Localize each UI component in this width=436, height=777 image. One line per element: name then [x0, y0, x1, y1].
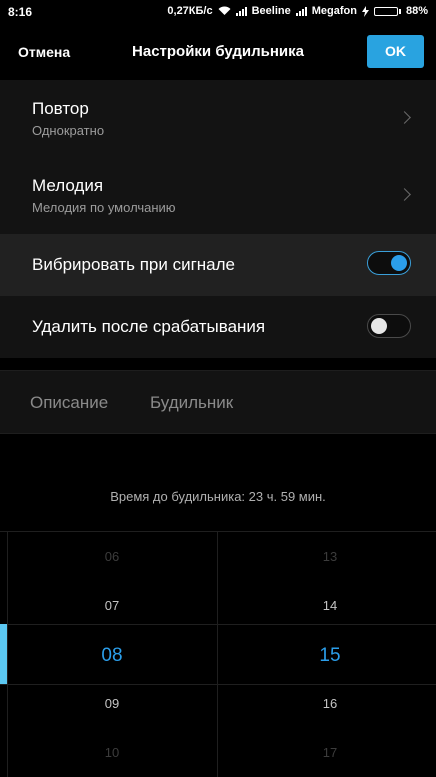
description-label[interactable]: Описание: [30, 393, 108, 413]
toggle-knob: [391, 255, 407, 271]
description-bar: Описание Будильник: [0, 370, 436, 434]
time-picker: 06 07 08 09 10 13 14 15 16 17: [0, 531, 436, 777]
status-time: 8:16: [8, 5, 33, 19]
minute-value[interactable]: 17: [280, 745, 380, 760]
charging-icon: [361, 5, 369, 17]
signal-icon: [235, 6, 247, 16]
melody-label: Мелодия: [32, 176, 104, 195]
melody-row[interactable]: Мелодия Мелодия по умолчанию: [0, 157, 436, 234]
carrier-1: Beeline: [251, 5, 291, 17]
vibrate-label: Вибрировать при сигнале: [32, 255, 236, 274]
selection-line: [0, 684, 436, 685]
carrier-2: Megafon: [311, 5, 357, 17]
selection-line: [0, 624, 436, 625]
chevron-right-icon: [398, 111, 411, 124]
status-bar: 8:16 0,27КБ/с Beeline Megafon 88%: [0, 0, 436, 26]
battery-percent: 88%: [405, 5, 428, 17]
delete-after-row[interactable]: Удалить после срабатывания: [0, 296, 436, 358]
selection-marker: [0, 624, 7, 684]
column-divider: [217, 532, 218, 777]
signal-icon: [295, 6, 307, 16]
network-speed: 0,27КБ/с: [167, 5, 213, 17]
time-remaining: Время до будильника: 23 ч. 59 мин.: [110, 489, 326, 504]
repeat-value: Однократно: [32, 123, 105, 138]
minute-value[interactable]: 13: [280, 549, 380, 564]
vibrate-toggle[interactable]: [367, 251, 411, 275]
delete-after-label: Удалить после срабатывания: [32, 317, 266, 336]
wifi-icon: [218, 6, 231, 15]
minute-value[interactable]: 14: [280, 598, 380, 613]
delete-after-toggle[interactable]: [367, 314, 411, 338]
cancel-button[interactable]: Отмена: [18, 44, 70, 60]
toggle-knob: [371, 318, 387, 334]
status-indicators: 0,27КБ/с Beeline Megafon 88%: [167, 5, 428, 17]
vibrate-row[interactable]: Вибрировать при сигнале: [0, 234, 436, 296]
hour-value[interactable]: 07: [62, 598, 162, 613]
chevron-right-icon: [398, 188, 411, 201]
ok-button[interactable]: OK: [367, 35, 424, 68]
minute-value-selected[interactable]: 15: [280, 645, 380, 667]
melody-value: Мелодия по умолчанию: [32, 200, 176, 215]
minute-value[interactable]: 16: [280, 696, 380, 711]
alarm-name-field[interactable]: Будильник: [150, 393, 233, 413]
header: Отмена Настройки будильника OK: [0, 26, 436, 80]
hour-value-selected[interactable]: 08: [62, 645, 162, 667]
repeat-row[interactable]: Повтор Однократно: [0, 80, 436, 157]
repeat-label: Повтор: [32, 99, 89, 118]
hour-value[interactable]: 10: [62, 745, 162, 760]
hour-value[interactable]: 06: [62, 549, 162, 564]
battery-icon: [373, 6, 401, 16]
hour-value[interactable]: 09: [62, 696, 162, 711]
